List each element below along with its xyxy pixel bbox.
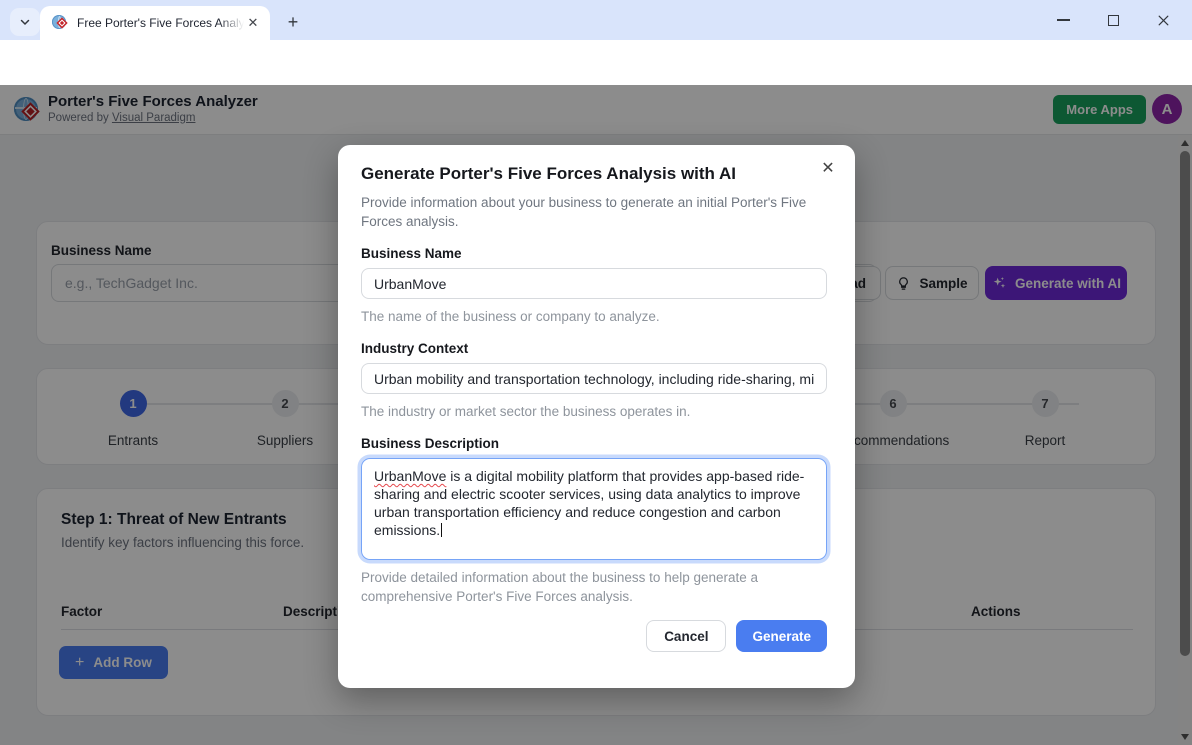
new-tab-button[interactable]: + <box>280 9 306 35</box>
tab-search-button[interactable] <box>10 8 40 36</box>
minimize-icon <box>1057 19 1070 20</box>
chevron-down-icon <box>19 16 31 28</box>
modal-industry-label: Industry Context <box>361 341 827 356</box>
maximize-icon <box>1108 15 1119 26</box>
modal-business-name-helper: The name of the business or company to a… <box>361 307 827 326</box>
modal-business-name-label: Business Name <box>361 246 827 261</box>
tab-title: Free Porter's Five Forces Analyz <box>77 16 244 30</box>
window-close-button[interactable] <box>1152 9 1174 31</box>
close-icon <box>1157 14 1170 27</box>
modal-description-label: Business Description <box>361 436 827 451</box>
modal-close-icon[interactable]: ✕ <box>817 157 839 179</box>
modal-industry-helper: The industry or market sector the busine… <box>361 402 827 421</box>
browser-titlebar: Free Porter's Five Forces Analyz ✕ + <box>0 0 1192 40</box>
text-caret <box>441 523 442 537</box>
window-maximize-button[interactable] <box>1102 9 1124 31</box>
browser-toolbar: ai-toolbox.visual-paradigm.com/app/porte… <box>0 40 1192 85</box>
window-controls <box>1052 0 1184 40</box>
modal-business-name-input[interactable] <box>361 268 827 299</box>
generate-button[interactable]: Generate <box>736 620 827 652</box>
tab-close-icon[interactable]: ✕ <box>244 14 262 32</box>
site-favicon-icon <box>52 15 68 31</box>
window-minimize-button[interactable] <box>1052 9 1074 31</box>
modal-title: Generate Porter's Five Forces Analysis w… <box>361 164 827 184</box>
generate-ai-modal: Generate Porter's Five Forces Analysis w… <box>338 145 855 688</box>
modal-industry-input[interactable] <box>361 363 827 394</box>
modal-description-textarea[interactable]: UrbanMove is a digital mobility platform… <box>361 458 827 560</box>
cancel-button[interactable]: Cancel <box>646 620 726 652</box>
modal-subtitle: Provide information about your business … <box>361 193 808 231</box>
browser-tab[interactable]: Free Porter's Five Forces Analyz ✕ <box>40 6 270 40</box>
modal-description-helper: Provide detailed information about the b… <box>361 568 827 606</box>
